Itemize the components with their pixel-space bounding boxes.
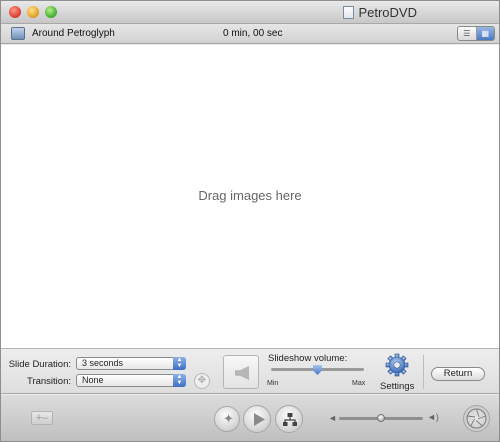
add-icon[interactable]: +–	[31, 411, 53, 425]
image-drop-area[interactable]: Drag images here	[1, 45, 499, 349]
bottom-toolbar: +– ✦ ◄ ◄)	[1, 395, 499, 441]
return-button[interactable]: Return	[431, 367, 485, 381]
slide-duration-select[interactable]: 3 seconds ▲ ▼	[76, 357, 186, 370]
slideshow-settings-bar: Slide Duration: 3 seconds ▲ ▼ Transition:…	[1, 350, 499, 394]
window-title: PetroDVD	[343, 5, 417, 20]
playback-volume-thumb[interactable]	[377, 414, 385, 422]
play-icon	[254, 413, 265, 426]
project-name: Around Petroglyph	[32, 28, 115, 39]
slide-duration-label: Slide Duration:	[8, 359, 71, 370]
drop-hint: Drag images here	[198, 188, 302, 203]
volume-high-icon: ◄)	[427, 412, 439, 422]
volume-max-label: Max	[352, 380, 366, 387]
view-toggle[interactable]: ☰ ▦	[457, 26, 495, 41]
app-window: PetroDVD Around Petroglyph 0 min, 00 sec…	[0, 0, 500, 442]
transition-label: Transition:	[27, 376, 71, 387]
slideshow-volume-thumb[interactable]	[313, 365, 322, 375]
title-bar: PetroDVD	[1, 1, 499, 24]
gear-icon[interactable]	[384, 353, 410, 377]
project-duration: 0 min, 00 sec	[223, 28, 283, 39]
project-bar: Around Petroglyph 0 min, 00 sec ☰ ▦	[1, 24, 499, 44]
list-view-icon[interactable]: ☰	[458, 27, 476, 40]
minimize-window-button[interactable]	[27, 6, 39, 18]
burn-icon	[466, 408, 487, 429]
slideshow-volume-label: Slideshow volume:	[268, 353, 348, 364]
chevron-updown-icon: ▲ ▼	[173, 357, 186, 370]
play-button[interactable]	[243, 405, 271, 433]
audio-well[interactable]	[223, 355, 259, 389]
burn-button[interactable]	[463, 405, 490, 432]
motion-icon: ✦	[223, 411, 234, 426]
slide-duration-value: 3 seconds	[82, 358, 124, 368]
motion-button[interactable]: ✦	[214, 406, 240, 432]
transition-select[interactable]: None ▲ ▼	[76, 374, 186, 387]
divider	[423, 355, 424, 389]
transition-value: None	[82, 375, 104, 385]
speaker-icon	[235, 366, 249, 380]
close-window-button[interactable]	[9, 6, 21, 18]
slideshow-icon	[11, 27, 25, 40]
grid-view-icon[interactable]: ▦	[475, 27, 494, 40]
map-icon	[283, 413, 297, 426]
chevron-updown-icon: ▲ ▼	[173, 374, 186, 387]
settings-label: Settings	[380, 381, 415, 392]
zoom-window-button[interactable]	[45, 6, 57, 18]
document-icon	[343, 6, 355, 19]
map-button[interactable]	[275, 405, 303, 433]
volume-min-label: Min	[267, 380, 279, 387]
transition-direction-icon[interactable]: ✥	[194, 373, 210, 389]
window-title-text: PetroDVD	[358, 5, 417, 20]
volume-low-icon: ◄	[328, 413, 337, 423]
